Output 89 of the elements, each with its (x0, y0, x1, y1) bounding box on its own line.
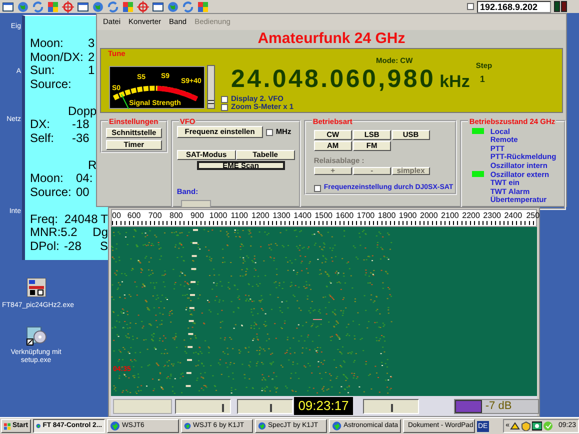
scale-label: 1400 (294, 211, 312, 220)
arrows-icon[interactable] (107, 0, 119, 12)
data-label: Self: (30, 132, 56, 145)
checkbox[interactable] (266, 128, 273, 136)
data-unit: Dg (92, 226, 108, 240)
scale-label: 1600 (336, 211, 354, 220)
scale-label: 1000 (209, 211, 228, 220)
globe-icon (184, 421, 192, 431)
scale-label: 2300 (483, 211, 501, 220)
data-value: 3 (88, 37, 95, 50)
flag-icon[interactable] (122, 0, 134, 12)
data-unit: S (100, 240, 108, 253)
check-icon[interactable] (543, 421, 554, 431)
unit-label: kHz (440, 72, 470, 92)
data-value: 04: (76, 172, 93, 186)
data-label: Freq: (30, 212, 60, 226)
data-label: DPol: (30, 240, 60, 253)
data-value: 24048 (64, 212, 99, 226)
scale-label: 2200 (462, 211, 480, 220)
globe-icon (332, 421, 342, 431)
scale-label: 1300 (272, 211, 290, 220)
data-label: Source: (30, 78, 72, 91)
checkbox[interactable] (467, 3, 474, 10)
warning-icon[interactable] (510, 421, 520, 431)
section-heading: Dopp (67, 104, 98, 118)
scale-label: 2000 (420, 211, 438, 220)
checkbox[interactable] (221, 96, 228, 102)
window-icon[interactable] (77, 0, 89, 12)
scale-label: 700 (148, 211, 162, 220)
frequency-display: 24.048.060,980 (231, 67, 436, 92)
globe-icon (258, 421, 266, 431)
globe-icon (110, 421, 120, 431)
scale-label: 800 (170, 211, 183, 220)
data-label: Moon/DX: (30, 50, 84, 64)
scale-label: 250 (526, 211, 540, 220)
clock-display: 09:23:17 (294, 397, 353, 415)
input-field[interactable] (113, 398, 172, 414)
slider-thumb[interactable] (391, 404, 394, 412)
scale-label: 1800 (378, 211, 396, 220)
data-label: Source: (30, 186, 72, 199)
slider-track[interactable] (207, 65, 215, 109)
slider-thumb[interactable] (222, 404, 224, 412)
data-value: -36 (72, 132, 90, 145)
program-icon[interactable] (27, 278, 46, 297)
scale-label: 1100 (230, 211, 248, 220)
data-unit: T (100, 212, 108, 226)
arrows-icon[interactable] (182, 0, 194, 12)
scale-label: 00 (112, 211, 121, 220)
setup-icon[interactable] (26, 325, 47, 346)
slider-thumb[interactable] (208, 100, 214, 104)
window-icon[interactable] (152, 0, 164, 12)
data-value: 1 (88, 64, 95, 78)
data-value: -28 (64, 240, 82, 253)
slider-track[interactable] (175, 398, 231, 414)
step-value: 1 (478, 73, 486, 86)
slider-track[interactable] (363, 398, 419, 414)
window-heading: Amateurfunk 24 GHz (256, 30, 406, 48)
checkbox[interactable] (314, 184, 321, 192)
address-field[interactable]: 192.168.9.202 (477, 0, 551, 12)
globe-icon (36, 421, 41, 431)
shield-icon[interactable] (521, 421, 532, 431)
section-heading: R (87, 158, 98, 172)
level-reading: -7 dB (485, 398, 512, 414)
monitor-icon[interactable] (532, 421, 542, 431)
data-label: Sun: (30, 64, 56, 78)
data-value: 2 (88, 50, 95, 64)
scale-label: 600 (127, 211, 141, 220)
scale-label: 1700 (356, 211, 375, 220)
flag-icon[interactable] (197, 0, 209, 12)
data-value: 00 (76, 186, 90, 199)
scale-label: 1500 (314, 211, 332, 220)
slider-thumb[interactable] (270, 404, 272, 412)
checkbox[interactable] (221, 104, 228, 110)
windows-flag-icon (4, 422, 10, 430)
scale-label: 1900 (398, 211, 417, 220)
scale-label: 1200 (252, 211, 270, 220)
arrows-icon[interactable] (32, 0, 44, 12)
scale-label: 2100 (441, 211, 459, 220)
data-label: Moon: (30, 172, 64, 186)
window-icon[interactable] (2, 0, 14, 12)
indicator-icon (554, 1, 567, 12)
data-label: DX: (30, 118, 52, 132)
scale-label: 900 (190, 211, 204, 220)
scale-label: 2400 (504, 211, 522, 220)
data-label: MNR: (30, 226, 61, 240)
flag-icon[interactable] (47, 0, 59, 12)
data-value: -18 (72, 118, 90, 132)
data-label: Moon: (30, 37, 64, 50)
data-value: 5.2 (60, 226, 78, 240)
